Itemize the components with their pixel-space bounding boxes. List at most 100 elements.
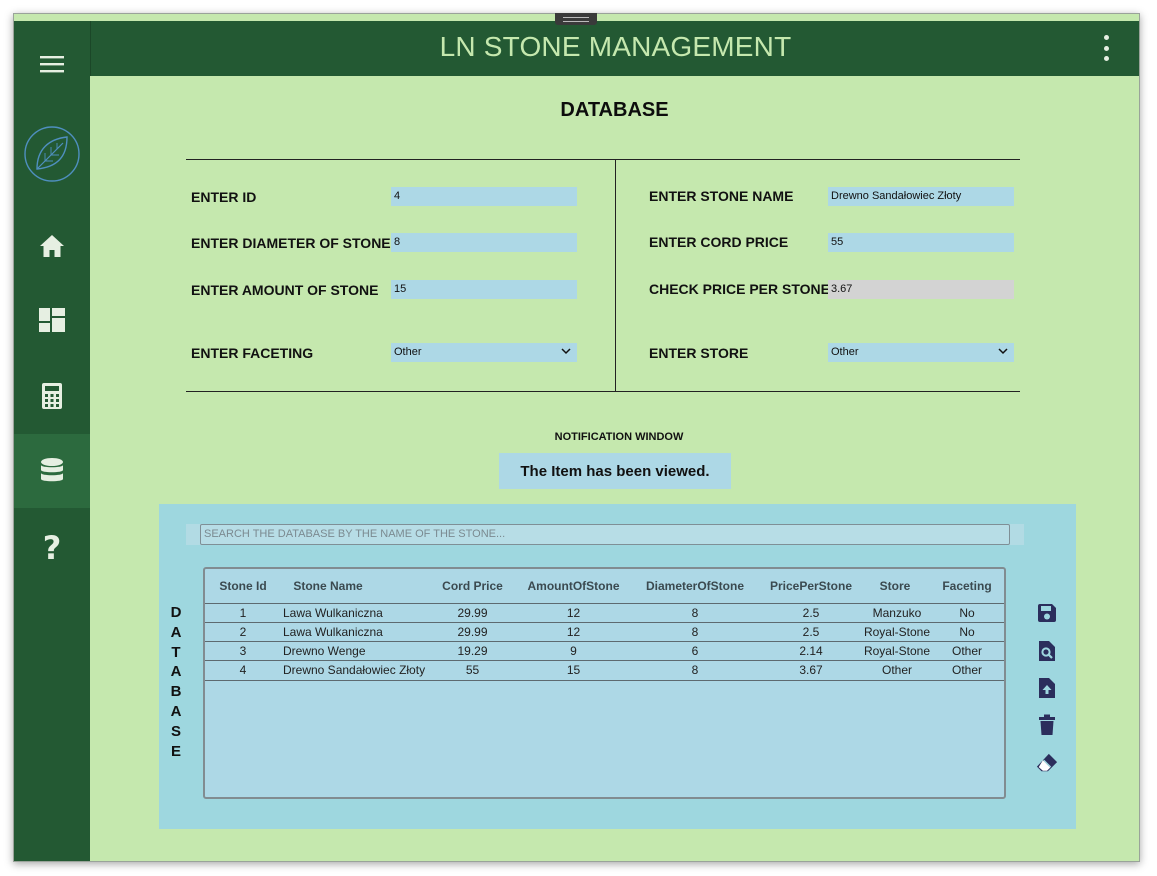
nav-database[interactable] — [14, 434, 90, 508]
cell-faceting: Other — [951, 644, 982, 658]
cell-diameter: 8 — [691, 663, 699, 677]
more-options-button[interactable] — [1096, 35, 1116, 61]
view-icon — [1039, 641, 1055, 661]
cell-diameter: 8 — [691, 606, 699, 620]
cell-faceting: Other — [951, 663, 982, 677]
diameter-label: ENTER DIAMETER OF STONE — [191, 235, 391, 251]
cell-amount: 12 — [566, 625, 581, 639]
database-table[interactable]: Stone Id Stone Name Cord Price AmountOfS… — [203, 567, 1006, 799]
cell-diameter: 8 — [691, 625, 699, 639]
column-header[interactable]: PricePerStone — [758, 569, 864, 603]
cell-cord-price: 55 — [465, 663, 480, 677]
form-bottom-divider — [186, 391, 1020, 392]
faceting-label: ENTER FACETING — [191, 345, 314, 361]
nav-calculator[interactable] — [14, 359, 90, 433]
more-dot-icon — [1103, 56, 1109, 61]
top-bar: LN STONE MANAGEMENT — [90, 21, 1139, 76]
cell-stone-name: Drewno Wenge — [283, 644, 366, 658]
delete-icon — [1039, 714, 1055, 735]
database-panel: SEARCH THE DATABASE BY THE NAME OF THE S… — [159, 504, 1076, 829]
cord-price-label: ENTER CORD PRICE — [649, 234, 789, 250]
app-logo — [14, 117, 90, 191]
cell-price-per-stone: 3.67 — [799, 663, 823, 677]
form-top-divider — [186, 159, 1020, 160]
amount-input[interactable]: 15 — [391, 280, 577, 299]
cell-amount: 15 — [566, 663, 581, 677]
nav-home[interactable] — [14, 209, 90, 283]
cell-store: Royal-Stone — [863, 644, 931, 658]
menu-button[interactable] — [14, 27, 90, 101]
store-value: Other — [831, 346, 859, 358]
notification-message: The Item has been viewed. — [499, 453, 731, 489]
column-header[interactable]: Store — [864, 569, 926, 603]
window-grip[interactable] — [555, 13, 597, 25]
save-button[interactable] — [1036, 601, 1058, 625]
help-icon: ? — [42, 529, 62, 567]
amount-label: ENTER AMOUNT OF STONE — [191, 282, 379, 298]
page-title: DATABASE — [560, 99, 669, 121]
notification-title: NOTIFICATION WINDOW — [554, 431, 684, 443]
price-per-stone-field: 3.67 — [828, 280, 1014, 299]
column-header[interactable]: Stone Id — [205, 569, 281, 603]
faceting-select[interactable]: Other — [391, 343, 577, 362]
app-title: LN STONE MANAGEMENT — [439, 31, 792, 62]
diameter-input[interactable]: 8 — [391, 233, 577, 252]
cell-stone-name: Drewno Sandałowiec Złoty — [283, 663, 426, 677]
cell-store: Manzuko — [872, 606, 922, 620]
stone-name-input[interactable]: Drewno Sandałowiec Złoty — [828, 187, 1014, 206]
price-per-stone-label: CHECK PRICE PER STONE — [649, 281, 830, 297]
home-icon — [40, 235, 64, 257]
cell-cord-price: 29.99 — [457, 625, 488, 639]
table-row[interactable]: 3 Drewno Wenge 19.29 9 6 2.14 Royal-Ston… — [205, 641, 1004, 661]
cell-stone-id: 2 — [239, 625, 247, 639]
more-dot-icon — [1103, 35, 1109, 40]
cell-amount: 12 — [566, 606, 581, 620]
clear-button[interactable] — [1036, 751, 1058, 775]
cell-stone-name: Lawa Wulkaniczna — [283, 625, 383, 639]
database-icon — [41, 458, 63, 482]
app-window: ? LN STONE MANAGEMENT DATABASE ENTER ID … — [13, 13, 1140, 862]
table-row[interactable]: 4 Drewno Sandałowiec Złoty 55 15 8 3.67 … — [205, 660, 1004, 681]
column-header[interactable]: Faceting — [926, 569, 1004, 603]
menu-icon — [40, 56, 64, 73]
delete-button[interactable] — [1036, 713, 1058, 737]
column-header[interactable]: DiameterOfStone — [632, 569, 758, 603]
cell-price-per-stone: 2.14 — [799, 644, 823, 658]
column-header[interactable]: Cord Price — [430, 569, 515, 603]
cell-price-per-stone: 2.5 — [802, 606, 820, 620]
cell-stone-name: Lawa Wulkaniczna — [283, 606, 383, 620]
store-select[interactable]: Other — [828, 343, 1014, 362]
table-row[interactable]: 2 Lawa Wulkaniczna 29.99 12 8 2.5 Royal-… — [205, 622, 1004, 642]
nav-help[interactable]: ? — [14, 511, 90, 585]
calculator-icon — [42, 383, 62, 409]
leaf-logo-icon — [24, 126, 80, 182]
update-icon — [1039, 678, 1055, 698]
cell-diameter: 6 — [691, 644, 699, 658]
cell-price-per-stone: 2.5 — [802, 625, 820, 639]
cord-price-input[interactable]: 55 — [828, 233, 1014, 252]
update-button[interactable] — [1036, 676, 1058, 700]
cell-faceting: No — [959, 625, 975, 639]
view-button[interactable] — [1036, 639, 1058, 663]
column-header[interactable]: Stone Name — [281, 569, 375, 603]
cell-cord-price: 19.29 — [457, 644, 488, 658]
stone-name-label: ENTER STONE NAME — [649, 188, 794, 204]
more-dot-icon — [1103, 45, 1109, 51]
chevron-down-icon — [561, 348, 571, 355]
column-header[interactable]: AmountOfStone — [515, 569, 632, 603]
id-input[interactable]: 4 — [391, 187, 577, 206]
cell-stone-id: 4 — [239, 663, 247, 677]
save-icon — [1038, 604, 1056, 622]
cell-faceting: No — [959, 606, 975, 620]
cell-stone-id: 1 — [239, 606, 247, 620]
sidebar: ? — [14, 21, 90, 861]
cell-stone-id: 3 — [239, 644, 247, 658]
search-input[interactable]: SEARCH THE DATABASE BY THE NAME OF THE S… — [200, 524, 1010, 545]
store-label: ENTER STORE — [649, 345, 749, 361]
table-row[interactable]: 1 Lawa Wulkaniczna 29.99 12 8 2.5 Manzuk… — [205, 603, 1004, 623]
nav-dashboard[interactable] — [14, 283, 90, 357]
form-center-divider — [615, 159, 616, 391]
database-side-label: DATABASE — [170, 604, 182, 760]
cell-store: Royal-Stone — [863, 625, 931, 639]
cell-amount: 9 — [570, 644, 577, 658]
